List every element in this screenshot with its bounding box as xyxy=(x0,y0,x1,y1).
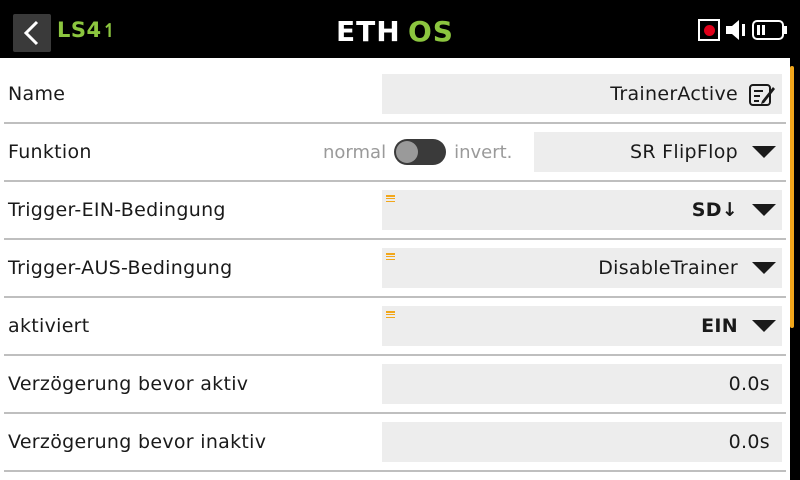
page-title: LS4↿ xyxy=(57,18,118,42)
funktion-dropdown[interactable]: SR FlipFlop xyxy=(534,132,782,172)
trigger-ein-label: Trigger-EIN-Bedingung xyxy=(8,199,226,221)
trigger-aus-label: Trigger-AUS-Bedingung xyxy=(8,257,233,279)
record-icon xyxy=(698,19,720,41)
speaker-icon xyxy=(726,20,745,40)
row-verzoegerung-inaktiv: Verzögerung bevor inaktiv 0.0s xyxy=(4,414,786,472)
trigger-aus-dropdown[interactable]: DisableTrainer xyxy=(382,248,782,288)
row-name: Name TrainerActive xyxy=(4,66,786,124)
chevron-left-icon xyxy=(23,20,39,46)
svg-text:OS: OS xyxy=(408,16,454,46)
verzoegerung-aktiv-value: 0.0s xyxy=(728,373,770,395)
menu-grip-icon xyxy=(386,195,395,203)
trigger-aus-value: DisableTrainer xyxy=(598,257,738,279)
chevron-down-icon xyxy=(752,320,776,332)
svg-text:ETH: ETH xyxy=(336,16,401,46)
back-button[interactable] xyxy=(13,14,51,52)
name-field[interactable]: TrainerActive xyxy=(382,74,782,114)
funktion-label: Funktion xyxy=(8,141,92,163)
aktiviert-value: EIN xyxy=(701,315,738,337)
toggle-invert-label: invert. xyxy=(454,141,513,163)
invert-toggle[interactable] xyxy=(394,139,447,165)
name-label: Name xyxy=(8,83,66,105)
chevron-down-icon xyxy=(752,262,776,274)
row-verzoegerung-aktiv: Verzögerung bevor aktiv 0.0s xyxy=(4,356,786,414)
verzoegerung-aktiv-field[interactable]: 0.0s xyxy=(382,364,782,404)
toggle-normal-label: normal xyxy=(323,141,387,163)
battery-icon xyxy=(752,20,787,40)
chevron-down-icon xyxy=(752,146,776,158)
logic-switch-form: Name TrainerActive Funktion normal inver… xyxy=(0,58,790,480)
menu-grip-icon xyxy=(386,311,395,319)
invert-toggle-group: normal invert. xyxy=(323,124,512,180)
row-funktion: Funktion normal invert. SR FlipFlop xyxy=(4,124,786,182)
chevron-down-icon xyxy=(752,204,776,216)
funktion-value: SR FlipFlop xyxy=(629,141,738,163)
trigger-ein-value: SD↓ xyxy=(691,199,738,221)
page-title-arrow: ↿ xyxy=(101,20,119,42)
row-trigger-aus: Trigger-AUS-Bedingung DisableTrainer xyxy=(4,240,786,298)
menu-grip-icon xyxy=(386,253,395,261)
ethos-logo: ETH OS xyxy=(336,16,454,46)
page-title-text: LS4 xyxy=(57,18,102,42)
name-value: TrainerActive xyxy=(610,83,738,105)
aktiviert-label: aktiviert xyxy=(8,315,90,337)
verzoegerung-inaktiv-label: Verzögerung bevor inaktiv xyxy=(8,431,267,453)
aktiviert-dropdown[interactable]: EIN xyxy=(382,306,782,346)
scrollbar[interactable] xyxy=(790,66,794,328)
verzoegerung-aktiv-label: Verzögerung bevor aktiv xyxy=(8,373,249,395)
edit-icon[interactable] xyxy=(748,81,776,107)
verzoegerung-inaktiv-value: 0.0s xyxy=(728,431,770,453)
verzoegerung-inaktiv-field[interactable]: 0.0s xyxy=(382,422,782,462)
top-bar: LS4↿ ETH OS xyxy=(0,0,800,58)
row-aktiviert: aktiviert EIN xyxy=(4,298,786,356)
trigger-ein-dropdown[interactable]: SD↓ xyxy=(382,190,782,230)
status-icons xyxy=(698,18,788,42)
row-trigger-ein: Trigger-EIN-Bedingung SD↓ xyxy=(4,182,786,240)
